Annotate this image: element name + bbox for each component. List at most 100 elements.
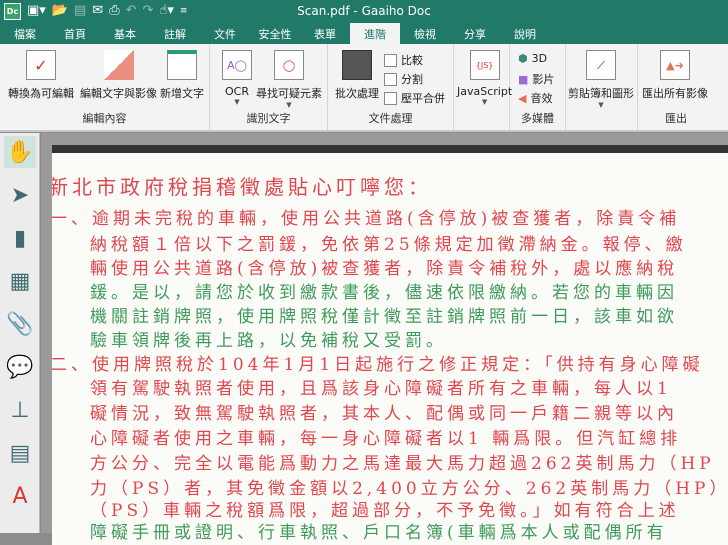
button-label: 3D — [531, 52, 548, 65]
attachment-icon[interactable]: 📎 — [4, 308, 36, 340]
document-processing-group: 批次處理 比較 分割 壓平合併 文件處理 — [328, 44, 454, 130]
button-label: OCR — [225, 85, 249, 98]
export-image-icon: ▲➜ — [660, 50, 690, 80]
3d-button[interactable]: ⬢ 3D — [518, 52, 547, 65]
sound-button[interactable]: ◀ 音效 — [518, 90, 552, 106]
button-label: 分割 — [401, 73, 423, 86]
video-icon: ■ — [518, 72, 529, 86]
document-text-line: 驗車領牌後再上路，以免補稅又受罰。 — [90, 331, 447, 351]
document-text-line: 機關註銷牌照，使用牌照稅僅計徵至註銷牌照前一日，該車如欲 — [90, 307, 678, 327]
document-text-line: 一、逾期未完稅的車輛，使用公共道路(含停放)被查獲者，除責令補 — [52, 209, 681, 229]
comment-icon[interactable]: 💬 — [4, 351, 36, 383]
ocr-icon: A◯ — [222, 50, 252, 80]
tab-comment[interactable]: 註解 — [150, 23, 200, 44]
video-button[interactable]: ■ 影片 — [518, 71, 554, 87]
button-label: 匯出所有影像 — [642, 87, 708, 100]
clipboard-group: ⟋ 剪貼簿和圖形 ▼ — [566, 44, 638, 130]
certificate-icon[interactable]: ▤ — [4, 437, 36, 469]
batch-process-icon — [342, 50, 372, 80]
group-label: 匯出 — [665, 112, 687, 125]
chevron-down-icon: ▼ — [234, 98, 240, 106]
button-label: JavaScript — [457, 85, 513, 98]
compare-button[interactable]: 比較 — [384, 52, 423, 68]
button-label: 轉換為可編輯 — [8, 87, 74, 100]
tab-file[interactable]: 檔案 — [0, 23, 50, 44]
find-suspects-icon: ◯ — [274, 50, 304, 80]
document-text-line: 障礙手冊或證明、行車執照、戶口名簿(車輛爲本人或配偶所有 — [90, 523, 668, 543]
pdf-page: 新北市政府稅捐稽徵處貼心叮嚀您： 一、逾期未完稅的車輛，使用公共道路(含停放)被查… — [52, 145, 728, 545]
cube-icon: ⬢ — [518, 52, 528, 65]
compare-icon — [384, 53, 397, 67]
find-suspects-button[interactable]: ◯ 尋找可疑元素 ▼ — [256, 50, 322, 109]
edit-text-image-button[interactable]: 編輯文字與影像 — [80, 50, 157, 101]
stamp-icon[interactable]: ⊥ — [4, 394, 36, 426]
signature-icon[interactable]: A — [4, 480, 36, 512]
flatten-icon — [384, 91, 397, 105]
tab-security[interactable]: 安全性 — [250, 23, 300, 44]
edit-text-image-icon — [103, 50, 134, 80]
chevron-down-icon: ▼ — [481, 98, 488, 106]
bookmark-icon[interactable]: ▮ — [4, 222, 36, 254]
javascript-button[interactable]: {JS} JavaScript ▼ — [457, 50, 512, 106]
group-label: 多媒體 — [521, 112, 554, 125]
button-label: 新增文字 — [160, 87, 204, 100]
button-label: 比較 — [401, 54, 423, 67]
javascript-icon: {JS} — [469, 50, 500, 80]
tab-view[interactable]: 檢視 — [400, 23, 450, 44]
document-text-line: 方公分、完全以電能爲動力之馬達最大馬力超過262英制馬力（HP — [90, 454, 715, 474]
thumbnails-icon[interactable]: ▦ — [4, 265, 36, 297]
add-text-button[interactable]: 新增文字 — [160, 50, 204, 101]
magic-wand-icon: ⟋ — [586, 50, 616, 80]
document-text-line: 領有駕駛執照者使用，且爲該身心障礙者所有之車輛，每人以1 — [90, 379, 672, 399]
document-text-line: 心障礙者使用之車輛，每一身心障礙者以1 輛爲限。但汽缸總排 — [90, 429, 682, 449]
select-arrow-icon[interactable]: ➤ — [4, 179, 36, 211]
group-label: 編輯內容 — [82, 112, 127, 125]
hand-tool-icon[interactable]: ✋ — [4, 136, 36, 168]
tab-share[interactable]: 分享 — [450, 23, 500, 44]
ribbon-tabs: 檔案 首頁 基本 註解 文件 安全性 表單 進階 檢視 分享 說明 — [0, 23, 728, 44]
title-bar: Dc ▣▾ 📂 ▤ ✉ ⎙ ↶ ↷ ☝▾ ≡ Scan.pdf - Gaaiho… — [0, 0, 728, 23]
add-text-icon — [167, 50, 197, 80]
group-label: 識別文字 — [246, 112, 291, 125]
document-viewer[interactable]: 新北市政府稅捐稽徵處貼心叮嚀您： 一、逾期未完稅的車輛，使用公共道路(含停放)被查… — [41, 133, 728, 545]
tab-basic[interactable]: 基本 — [100, 23, 150, 44]
javascript-group: {JS} JavaScript ▼ — [454, 44, 512, 130]
button-label: 剪貼簿和圖形 — [568, 87, 634, 100]
ocr-group: A◯ OCR ▼ ◯ 尋找可疑元素 ▼ 識別文字 — [210, 44, 328, 130]
button-label: 編輯文字與影像 — [80, 87, 157, 100]
tab-advanced[interactable]: 進階 — [350, 23, 400, 44]
document-text-line: 新北市政府稅捐稽徵處貼心叮嚀您： — [52, 175, 432, 199]
button-label: 音效 — [530, 92, 553, 105]
document-text-line: 鍰。是以，請您於收到繳款書後，儘速依限繳納。若您的車輛因 — [90, 283, 678, 303]
convert-to-editable-button[interactable]: ✓ 轉換為可編輯 — [8, 50, 74, 101]
speaker-icon: ◀ — [518, 91, 527, 105]
chevron-down-icon: ▼ — [286, 101, 292, 109]
export-group: ▲➜ 匯出所有影像 匯出 — [638, 44, 728, 130]
split-icon — [384, 72, 397, 86]
ribbon: ✓ 轉換為可編輯 編輯文字與影像 新增文字 編輯內容 A◯ OCR ▼ ◯ 尋找可疑元素… — [0, 44, 728, 132]
export-all-images-button[interactable]: ▲➜ 匯出所有影像 — [642, 50, 708, 101]
multimedia-group: ⬢ 3D ■ 影片 ◀ 音效 多媒體 — [510, 44, 566, 130]
button-label: 尋找可疑元素 — [256, 87, 322, 100]
clipboard-graphics-button[interactable]: ⟋ 剪貼簿和圖形 ▼ — [568, 50, 634, 109]
convert-editable-icon: ✓ — [26, 50, 56, 80]
tab-forms[interactable]: 表單 — [300, 23, 350, 44]
chevron-down-icon: ▼ — [598, 101, 604, 109]
document-text-line: 二、使用牌照稅於104年1月1日起施行之修正規定：「供持有身心障礙 — [52, 355, 704, 375]
edit-content-group: ✓ 轉換為可編輯 編輯文字與影像 新增文字 編輯內容 — [0, 44, 210, 130]
left-toolbar: ✋ ➤ ▮ ▦ 📎 💬 ⊥ ▤ A — [0, 133, 40, 533]
button-label: 壓平合併 — [401, 92, 445, 105]
tab-home[interactable]: 首頁 — [50, 23, 100, 44]
split-button[interactable]: 分割 — [384, 71, 423, 87]
flatten-button[interactable]: 壓平合併 — [384, 90, 445, 106]
group-label: 文件處理 — [368, 112, 413, 125]
document-text-line: 輛使用公共道路(含停放)被查獲者，除責令補稅外，處以應納稅 — [90, 259, 679, 279]
window-title: Scan.pdf - Gaaiho Doc — [297, 4, 431, 18]
tab-help[interactable]: 說明 — [500, 23, 550, 44]
document-text-line: 納稅額１倍以下之罰鍰，免依第25條規定加徵滯納金。報停、繳 — [90, 235, 687, 255]
ocr-button[interactable]: A◯ OCR ▼ — [222, 50, 252, 106]
tab-document[interactable]: 文件 — [200, 23, 250, 44]
document-text-line: 礙情況，致無駕駛執照者，其本人、配偶或同一戶籍二親等以內 — [90, 404, 678, 424]
batch-process-button[interactable]: 批次處理 — [335, 50, 379, 101]
button-label: 批次處理 — [335, 87, 379, 100]
